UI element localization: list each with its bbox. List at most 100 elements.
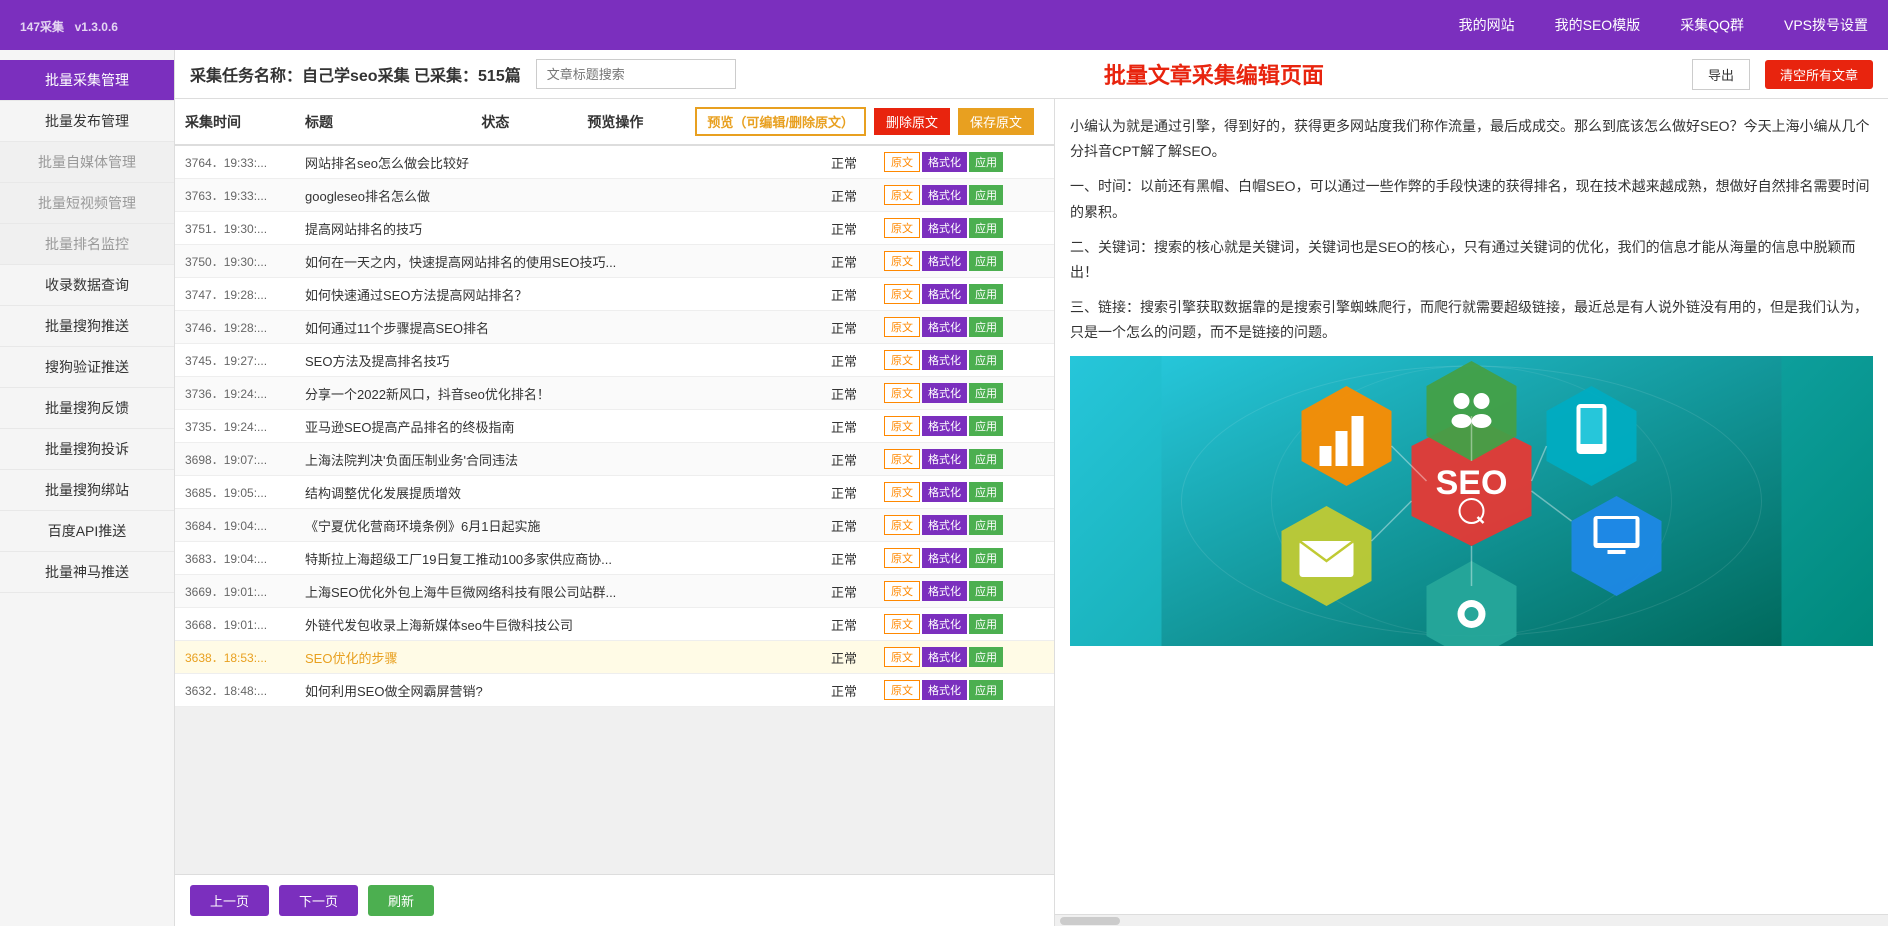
row-status: 正常: [804, 483, 884, 502]
btn-yingyi-10[interactable]: 应用: [969, 482, 1003, 502]
btn-geshi-0[interactable]: 格式化: [922, 152, 967, 172]
btn-geshi-10[interactable]: 格式化: [922, 482, 967, 502]
table-row[interactable]: 3745．19:27:... SEO方法及提高排名技巧 正常 原文 格式化 应用: [175, 344, 1054, 377]
nav-seo-template[interactable]: 我的SEO模版: [1555, 15, 1641, 35]
next-page-button[interactable]: 下一页: [279, 885, 358, 916]
table-row[interactable]: 3747．19:28:... 如何快速通过SEO方法提高网站排名？ 正常 原文 …: [175, 278, 1054, 311]
bottom-scrollbar[interactable]: [1055, 914, 1888, 926]
table-row[interactable]: 3632．18:48:... 如何利用SEO做全网霸屏营销? 正常 原文 格式化…: [175, 674, 1054, 707]
sidebar-item-sougou-push[interactable]: 批量搜狗推送: [0, 306, 174, 347]
btn-yuan-4[interactable]: 原文: [884, 284, 920, 304]
btn-geshi-8[interactable]: 格式化: [922, 416, 967, 436]
table-row[interactable]: 3668．19:01:... 外链代发包收录上海新媒体seo牛巨微科技公司 正常…: [175, 608, 1054, 641]
btn-yingyi-3[interactable]: 应用: [969, 251, 1003, 271]
btn-yuan-7[interactable]: 原文: [884, 383, 920, 403]
btn-geshi-11[interactable]: 格式化: [922, 515, 967, 535]
btn-yuan-16[interactable]: 原文: [884, 680, 920, 700]
row-actions: 原文 格式化 应用: [884, 482, 1044, 502]
preview-header-actions: 预览（可编辑/删除原文） 删除原文 保存原文: [695, 107, 1044, 136]
nav-qq-group[interactable]: 采集QQ群: [1680, 15, 1744, 35]
btn-yuan-1[interactable]: 原文: [884, 185, 920, 205]
btn-yuan-9[interactable]: 原文: [884, 449, 920, 469]
btn-geshi-13[interactable]: 格式化: [922, 581, 967, 601]
btn-yuan-14[interactable]: 原文: [884, 614, 920, 634]
table-row[interactable]: 3746．19:28:... 如何通过11个步骤提高SEO排名 正常 原文 格式…: [175, 311, 1054, 344]
sidebar-item-shenma[interactable]: 批量神马推送: [0, 552, 174, 593]
sidebar-item-record[interactable]: 收录数据查询: [0, 265, 174, 306]
btn-geshi-6[interactable]: 格式化: [922, 350, 967, 370]
btn-yingyi-7[interactable]: 应用: [969, 383, 1003, 403]
table-row[interactable]: 3764．19:33:... 网站排名seo怎么做会比较好 正常 原文 格式化 …: [175, 146, 1054, 179]
btn-geshi-1[interactable]: 格式化: [922, 185, 967, 205]
nav-vps[interactable]: VPS拨号设置: [1784, 15, 1868, 35]
table-row[interactable]: 3638．18:53:... SEO优化的步骤 正常 原文 格式化 应用: [175, 641, 1054, 674]
prev-page-button[interactable]: 上一页: [190, 885, 269, 916]
btn-yingyi-2[interactable]: 应用: [969, 218, 1003, 238]
btn-geshi-4[interactable]: 格式化: [922, 284, 967, 304]
btn-yingyi-13[interactable]: 应用: [969, 581, 1003, 601]
table-row[interactable]: 3684．19:04:... 《宁夏优化营商环境条例》6月1日起实施 正常 原文…: [175, 509, 1054, 542]
btn-yuan-12[interactable]: 原文: [884, 548, 920, 568]
sidebar-item-sougou-feedback[interactable]: 批量搜狗反馈: [0, 388, 174, 429]
btn-yingyi-6[interactable]: 应用: [969, 350, 1003, 370]
btn-yingyi-8[interactable]: 应用: [969, 416, 1003, 436]
clear-button[interactable]: 清空所有文章: [1765, 60, 1873, 89]
btn-yingyi-16[interactable]: 应用: [969, 680, 1003, 700]
btn-yingyi-0[interactable]: 应用: [969, 152, 1003, 172]
btn-yingyi-9[interactable]: 应用: [969, 449, 1003, 469]
btn-yuan-11[interactable]: 原文: [884, 515, 920, 535]
btn-geshi-15[interactable]: 格式化: [922, 647, 967, 667]
btn-yuan-5[interactable]: 原文: [884, 317, 920, 337]
table-row[interactable]: 3669．19:01:... 上海SEO优化外包上海牛巨微网络科技有限公司站群.…: [175, 575, 1054, 608]
sidebar-item-sougou-verify[interactable]: 搜狗验证推送: [0, 347, 174, 388]
table-row[interactable]: 3751．19:30:... 提高网站排名的技巧 正常 原文 格式化 应用: [175, 212, 1054, 245]
btn-yuan-15[interactable]: 原文: [884, 647, 920, 667]
btn-yuan-3[interactable]: 原文: [884, 251, 920, 271]
table-row[interactable]: 3750．19:30:... 如何在一天之内，快速提高网站排名的使用SEO技巧.…: [175, 245, 1054, 278]
btn-yuan-13[interactable]: 原文: [884, 581, 920, 601]
btn-geshi-7[interactable]: 格式化: [922, 383, 967, 403]
nav-mysite[interactable]: 我的网站: [1459, 15, 1515, 35]
delete-original-button[interactable]: 删除原文: [874, 108, 950, 135]
btn-yuan-0[interactable]: 原文: [884, 152, 920, 172]
row-status: 正常: [804, 648, 884, 667]
table-row[interactable]: 3683．19:04:... 特斯拉上海超级工厂19日复工推动100多家供应商协…: [175, 542, 1054, 575]
btn-geshi-3[interactable]: 格式化: [922, 251, 967, 271]
table-row[interactable]: 3698．19:07:... 上海法院判决'负面压制业务'合同违法 正常 原文 …: [175, 443, 1054, 476]
search-input[interactable]: [536, 59, 736, 89]
sidebar-item-publish[interactable]: 批量发布管理: [0, 101, 174, 142]
btn-geshi-12[interactable]: 格式化: [922, 548, 967, 568]
btn-yuan-2[interactable]: 原文: [884, 218, 920, 238]
table-row[interactable]: 3685．19:05:... 结构调整优化发展提质增效 正常 原文 格式化 应用: [175, 476, 1054, 509]
table-body: 3764．19:33:... 网站排名seo怎么做会比较好 正常 原文 格式化 …: [175, 146, 1054, 874]
main-content: 采集任务名称：自己学seo采集 已采集：515篇 批量文章采集编辑页面 导出 清…: [175, 50, 1888, 926]
btn-yuan-6[interactable]: 原文: [884, 350, 920, 370]
sidebar-item-baidu-api[interactable]: 百度API推送: [0, 511, 174, 552]
sidebar-item-collect[interactable]: 批量采集管理: [0, 60, 174, 101]
sidebar-item-sougou-complaint[interactable]: 批量搜狗投诉: [0, 429, 174, 470]
refresh-button[interactable]: 刷新: [368, 885, 434, 916]
row-status: 正常: [804, 285, 884, 304]
btn-yingyi-11[interactable]: 应用: [969, 515, 1003, 535]
preview-content[interactable]: 小编认为就是通过引擎，得到好的，获得更多网站度我们称作流量，最后成成交。那么到底…: [1055, 99, 1888, 914]
sidebar-item-sougou-bind[interactable]: 批量搜狗绑站: [0, 470, 174, 511]
btn-yuan-8[interactable]: 原文: [884, 416, 920, 436]
btn-geshi-9[interactable]: 格式化: [922, 449, 967, 469]
btn-yingyi-4[interactable]: 应用: [969, 284, 1003, 304]
btn-yingyi-15[interactable]: 应用: [969, 647, 1003, 667]
btn-yingyi-14[interactable]: 应用: [969, 614, 1003, 634]
btn-geshi-14[interactable]: 格式化: [922, 614, 967, 634]
table-row[interactable]: 3763．19:33:... googleseo排名怎么做 正常 原文 格式化 …: [175, 179, 1054, 212]
btn-yuan-10[interactable]: 原文: [884, 482, 920, 502]
row-time: 3747．19:28:...: [185, 286, 305, 303]
table-row[interactable]: 3735．19:24:... 亚马逊SEO提高产品排名的终极指南 正常 原文 格…: [175, 410, 1054, 443]
btn-yingyi-5[interactable]: 应用: [969, 317, 1003, 337]
save-original-button[interactable]: 保存原文: [958, 108, 1034, 135]
btn-yingyi-1[interactable]: 应用: [969, 185, 1003, 205]
btn-geshi-16[interactable]: 格式化: [922, 680, 967, 700]
table-row[interactable]: 3736．19:24:... 分享一个2022新风口，抖音seo优化排名！ 正常…: [175, 377, 1054, 410]
btn-geshi-2[interactable]: 格式化: [922, 218, 967, 238]
btn-geshi-5[interactable]: 格式化: [922, 317, 967, 337]
btn-yingyi-12[interactable]: 应用: [969, 548, 1003, 568]
export-button[interactable]: 导出: [1692, 59, 1750, 90]
